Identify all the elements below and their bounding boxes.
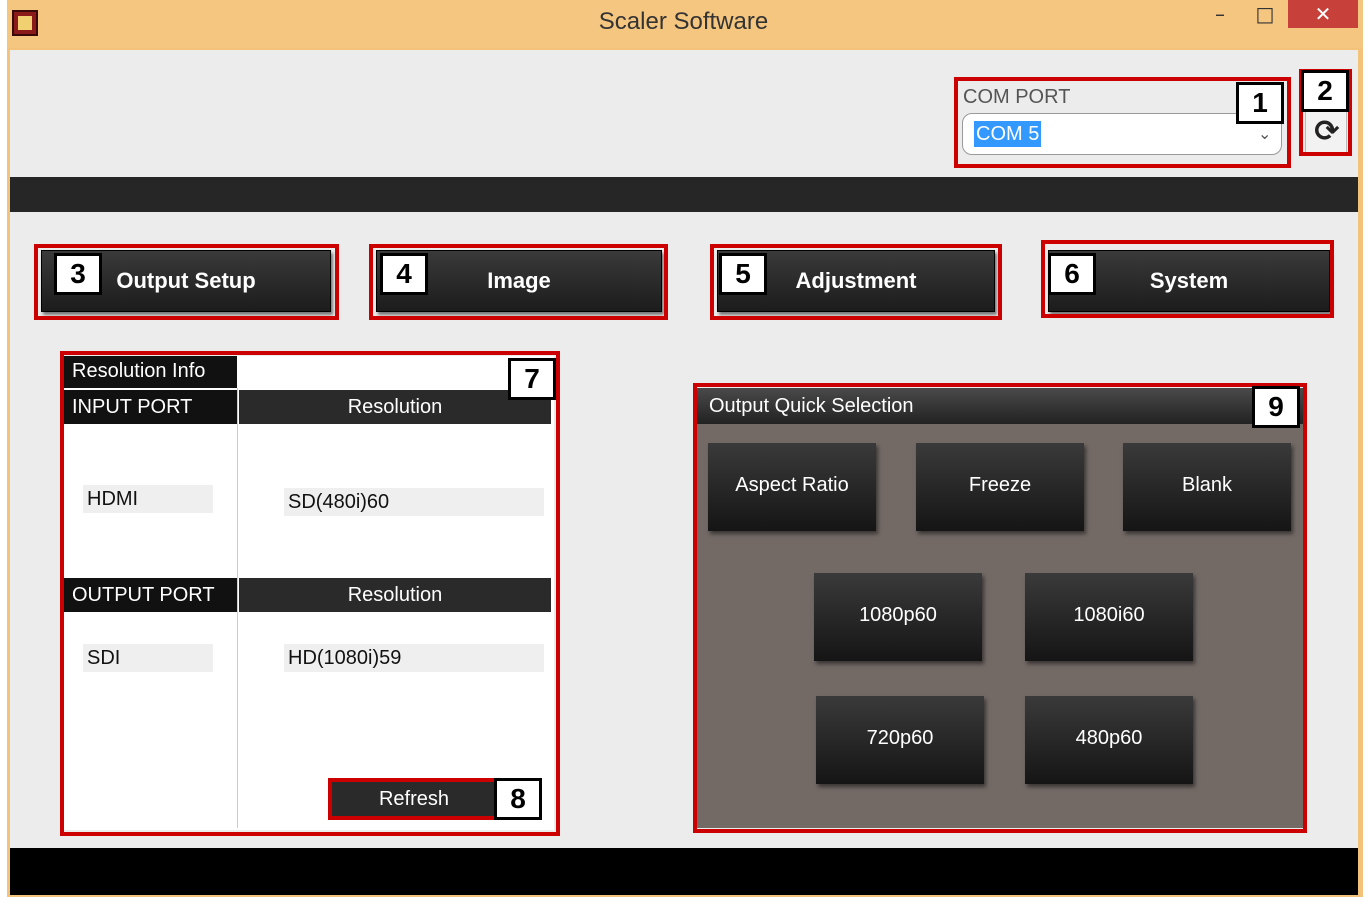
callout-number-7: 7 <box>508 358 556 400</box>
callout-number-9: 9 <box>1252 386 1300 428</box>
close-button[interactable]: ✕ <box>1288 0 1358 28</box>
callout-box-7 <box>60 351 560 836</box>
maximize-button[interactable]: □ <box>1246 0 1284 30</box>
status-bar <box>10 848 1358 895</box>
callout-number-6: 6 <box>1048 253 1096 295</box>
window-title: Scaler Software <box>598 8 769 35</box>
callout-box-9 <box>693 383 1307 833</box>
callout-number-4: 4 <box>380 253 428 295</box>
header-divider-bar <box>10 177 1358 212</box>
callout-number-8: 8 <box>494 778 542 820</box>
callout-number-2: 2 <box>1301 70 1349 112</box>
callout-number-1: 1 <box>1236 82 1284 124</box>
callout-number-5: 5 <box>719 253 767 295</box>
callout-number-3: 3 <box>54 253 102 295</box>
callout-box-8 <box>328 778 498 820</box>
minimize-button[interactable]: – <box>1201 0 1239 30</box>
